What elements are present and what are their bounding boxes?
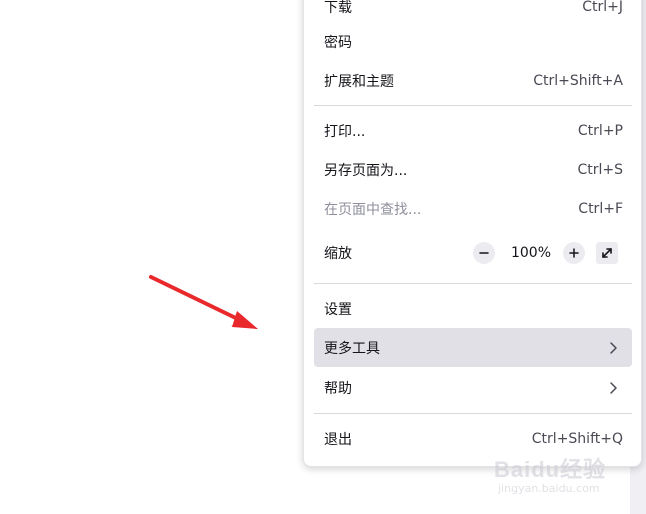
menu-item-extensions-themes[interactable]: 扩展和主题 Ctrl+Shift+A [314, 61, 632, 100]
menu-item-label: 更多工具 [324, 340, 380, 357]
menu-item-shortcut: Ctrl+J [582, 0, 623, 15]
menu-item-passwords[interactable]: 密码 [314, 22, 632, 61]
menu-item-label: 密码 [324, 34, 352, 51]
red-arrow-icon [149, 275, 258, 329]
menu-item-label: 另存页面为... [324, 162, 408, 179]
menu-item-help[interactable]: 帮助 [314, 368, 632, 407]
zoom-in-button[interactable] [563, 241, 585, 264]
plus-icon [569, 247, 579, 258]
zoom-label: 缩放 [324, 245, 352, 262]
menu-item-shortcut: Ctrl+P [577, 122, 623, 139]
fullscreen-icon [602, 247, 612, 258]
minus-icon [479, 251, 489, 254]
menu-separator [314, 105, 632, 106]
menu-item-find-in-page: 在页面中查找... Ctrl+F [314, 189, 632, 228]
menu-item-shortcut: Ctrl+Shift+A [533, 72, 623, 89]
menu-item-label: 设置 [324, 301, 352, 318]
menu-item-zoom: 缩放 100% [314, 233, 632, 272]
menu-item-more-tools[interactable]: 更多工具 [314, 328, 632, 367]
zoom-out-button[interactable] [473, 241, 495, 264]
menu-item-settings[interactable]: 设置 [314, 289, 632, 328]
fullscreen-button[interactable] [596, 241, 618, 264]
menu-item-shortcut: Ctrl+Shift+Q [531, 430, 623, 447]
baidu-jingyan-watermark: Baidu经验 jingyan.baidu.com [494, 452, 624, 502]
menu-separator [314, 413, 632, 414]
menu-item-label: 打印... [324, 123, 366, 140]
watermark-brand: Baidu经验 [494, 457, 607, 482]
watermark-url: jingyan.baidu.com [498, 482, 600, 495]
menu-item-label: 下载 [324, 0, 352, 16]
app-menu-panel: 下载 Ctrl+J 密码 扩展和主题 Ctrl+Shift+A 打印... Ct… [303, 0, 642, 467]
menu-item-shortcut: Ctrl+S [577, 161, 623, 178]
menu-item-label: 在页面中查找... [324, 201, 422, 218]
chevron-right-icon [610, 341, 617, 354]
menu-item-label: 扩展和主题 [324, 73, 394, 90]
menu-item-save-page-as[interactable]: 另存页面为... Ctrl+S [314, 150, 632, 189]
menu-item-shortcut: Ctrl+F [578, 200, 623, 217]
chevron-right-icon [610, 381, 617, 394]
menu-separator [314, 283, 632, 284]
zoom-value[interactable]: 100% [505, 245, 557, 261]
menu-item-label: 退出 [324, 431, 352, 448]
menu-item-label: 帮助 [324, 380, 352, 397]
menu-item-print[interactable]: 打印... Ctrl+P [314, 111, 632, 150]
